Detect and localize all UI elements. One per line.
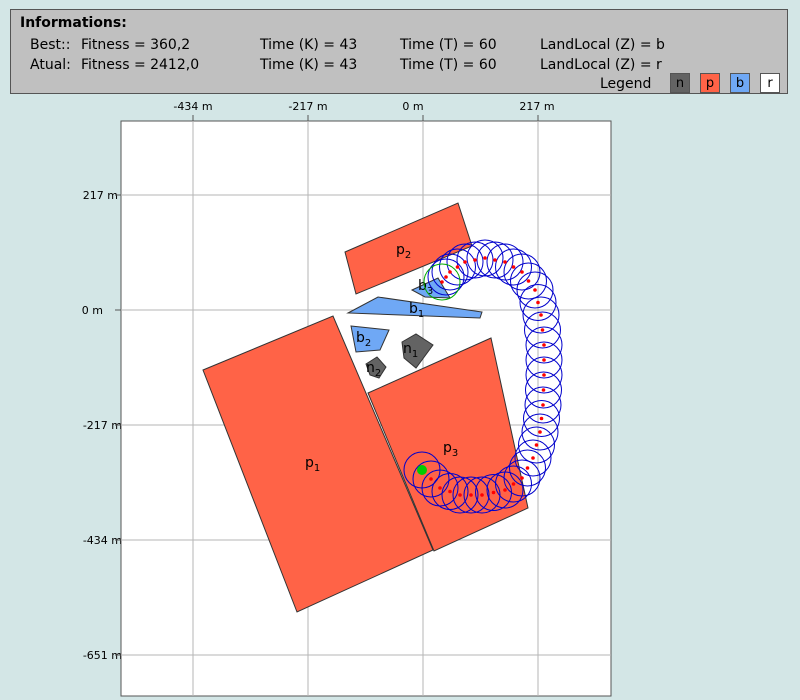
trajectory-point xyxy=(520,476,524,480)
trajectory-point xyxy=(493,258,497,262)
trajectory-point xyxy=(539,313,543,317)
x-tick-label: 217 m xyxy=(519,100,554,113)
x-tick-label: -434 m xyxy=(173,100,212,113)
trajectory-point xyxy=(511,265,516,269)
trajectory-point xyxy=(526,279,531,283)
trajectory-point xyxy=(438,486,442,490)
trajectory-point xyxy=(542,358,546,362)
map-svg: -434 m -217 m 0 m 217 m 217 m 0 m -217 m… xyxy=(82,100,612,697)
trajectory-point xyxy=(491,490,496,495)
x-tick-label: -217 m xyxy=(288,100,327,113)
trajectory-point xyxy=(534,443,539,447)
x-tick-label: 0 m xyxy=(402,100,423,113)
trajectory-point xyxy=(448,270,452,274)
trajectory-point xyxy=(429,477,433,481)
trajectory-point xyxy=(511,482,516,486)
trajectory-point xyxy=(539,416,544,421)
trajectory-point xyxy=(440,280,444,284)
trajectory-point xyxy=(473,258,477,262)
trajectory-point xyxy=(541,403,545,407)
trajectory-start xyxy=(417,465,427,475)
trajectory-point xyxy=(525,466,530,470)
trajectory-point xyxy=(542,343,546,347)
trajectory-point xyxy=(458,493,462,497)
trajectory-point xyxy=(469,493,473,497)
trajectory-point xyxy=(448,489,452,494)
trajectory-point xyxy=(483,256,487,260)
trajectory-point xyxy=(455,265,460,269)
trajectory-point xyxy=(503,260,507,264)
trajectory-point xyxy=(541,388,546,392)
trajectory-point xyxy=(444,275,448,279)
trajectory-point xyxy=(542,373,546,377)
y-tick-label: 217 m xyxy=(83,189,118,202)
trajectory-point xyxy=(520,270,524,274)
trajectory-point xyxy=(503,488,507,492)
trajectory-point xyxy=(536,300,540,305)
trajectory-point xyxy=(538,430,542,434)
trajectory-point xyxy=(531,456,535,460)
y-tick-label: 0 m xyxy=(82,304,103,317)
trajectory-point xyxy=(463,260,467,264)
trajectory-point xyxy=(480,493,484,497)
trajectory-point xyxy=(540,328,545,332)
trajectory-point xyxy=(533,288,537,292)
